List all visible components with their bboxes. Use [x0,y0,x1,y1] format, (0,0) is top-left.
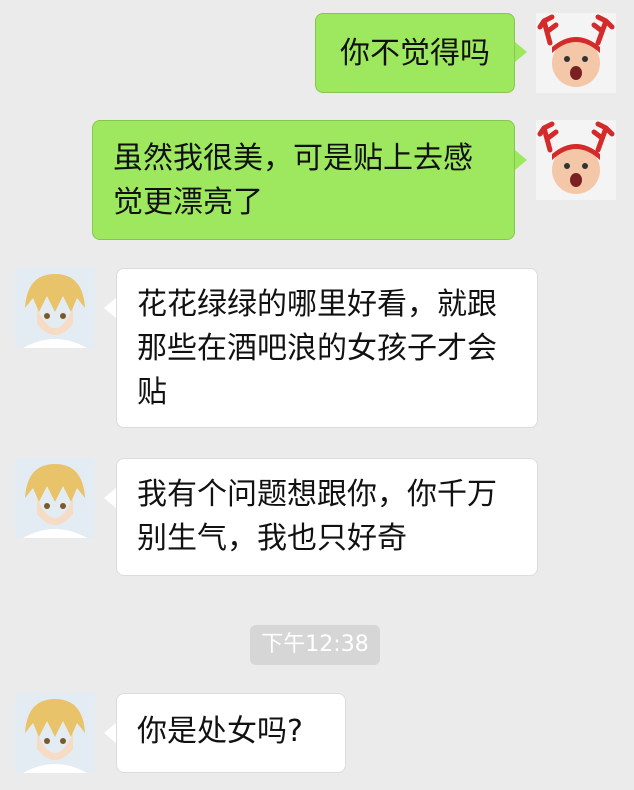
my-avatar[interactable] [536,13,616,93]
baby-antlers-avatar-icon [536,120,616,200]
message-text: 花花绿绿的哪里好看，就跟那些在酒吧浪的女孩子才会贴 [137,287,497,410]
my-avatar[interactable] [536,120,616,200]
message-bubble-2[interactable]: 虽然我很美，可是贴上去感觉更漂亮了 [92,120,515,240]
message-bubble-4[interactable]: 我有个问题想跟你，你千万别生气，我也只好奇 [116,458,538,576]
anime-boy-avatar-icon [15,693,95,773]
bubble-tail [104,723,116,743]
bubble-tail [515,150,527,170]
message-text: 你不觉得吗 [340,36,490,71]
contact-avatar[interactable] [15,693,95,773]
message-bubble-5[interactable]: 你是处女吗? [116,693,346,773]
message-bubble-3[interactable]: 花花绿绿的哪里好看，就跟那些在酒吧浪的女孩子才会贴 [116,268,538,428]
anime-boy-avatar-icon [15,458,95,538]
anime-boy-avatar-icon [15,268,95,348]
bubble-tail [515,42,527,62]
contact-avatar[interactable] [15,268,95,348]
message-text: 你是处女吗? [137,714,303,749]
bubble-tail [104,298,116,318]
message-text: 虽然我很美，可是贴上去感觉更漂亮了 [113,141,473,220]
bubble-tail [104,488,116,508]
timestamp: 下午12:38 [250,625,380,665]
baby-antlers-avatar-icon [536,13,616,93]
message-text: 我有个问题想跟你，你千万别生气，我也只好奇 [137,477,497,556]
contact-avatar[interactable] [15,458,95,538]
message-bubble-1[interactable]: 你不觉得吗 [315,13,515,93]
